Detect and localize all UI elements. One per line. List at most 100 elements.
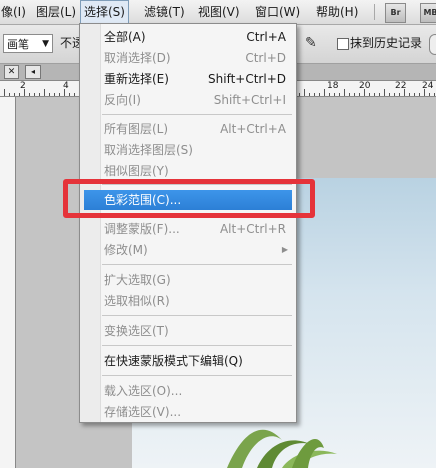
ruler-tick [299, 93, 300, 96]
submenu-arrow-icon: ▶ [281, 245, 288, 254]
select-menu-dropdown: 全部(A) Ctrl+A 取消选择(D) Ctrl+D 重新选择(E) Shif… [79, 23, 297, 423]
menu-item-quick-mask[interactable]: 在快速蒙版模式下编辑(Q) [82, 351, 294, 371]
ruler-tick [329, 93, 330, 96]
menu-item-label: 取消选择(D) [104, 51, 171, 65]
menu-view[interactable]: 视图(V) [195, 0, 243, 24]
erase-to-history-checkbox[interactable] [337, 38, 349, 50]
menu-filter[interactable]: 滤镜(T) [141, 0, 188, 24]
menu-item-similar[interactable]: 选取相似(R) [82, 291, 294, 311]
menu-separator [102, 315, 292, 316]
menu-separator [102, 375, 292, 376]
menu-item-similar-layers[interactable]: 相似图层(Y) [82, 161, 294, 181]
ruler-tick [304, 89, 305, 96]
menu-item-inverse[interactable]: 反向(I) Shift+Ctrl+I [82, 90, 294, 110]
menu-separator [102, 264, 292, 265]
airbrush-icon[interactable]: ✎ [305, 34, 327, 53]
highlight-annotation-box [63, 179, 315, 218]
menu-item-grow[interactable]: 扩大选取(G) [82, 270, 294, 290]
ruler-label: 18 [327, 81, 339, 91]
ruler-tick [334, 93, 335, 96]
chevron-down-icon: ▼ [42, 39, 49, 49]
ruler-tick [354, 93, 355, 96]
ruler-tick [379, 93, 380, 96]
ruler-tick [399, 93, 400, 96]
ruler-tick [434, 93, 435, 96]
menu-separator [102, 114, 292, 115]
menu-item-shortcut: Shift+Ctrl+D [208, 72, 286, 86]
menu-item-label: 所有图层(L) [104, 122, 169, 136]
erase-to-history-label: 抹到历史记录 [350, 36, 423, 50]
ruler-tick [364, 89, 365, 96]
menu-help[interactable]: 帮助(H) [313, 0, 361, 24]
ruler-tick [29, 93, 30, 96]
menu-item-label: 载入选区(O)... [104, 384, 183, 398]
menu-item-label: 在快速蒙版模式下编辑(Q) [104, 354, 243, 368]
ruler-tick [64, 89, 65, 96]
menu-item-label: 扩大选取(G) [104, 273, 171, 287]
menu-item-label: 取消选择图层(S) [104, 143, 193, 157]
ruler-tick [34, 93, 35, 96]
menu-separator [102, 345, 292, 346]
tab-nav-icon[interactable]: ◂ [25, 65, 41, 79]
ruler-tick [344, 89, 345, 96]
menu-item-deselect[interactable]: 取消选择(D) Ctrl+D [82, 48, 294, 68]
ruler-tick [9, 93, 10, 96]
ruler-tick [59, 93, 60, 96]
tool-mode-value: 画笔 [7, 38, 29, 51]
menu-item-modify[interactable]: 修改(M) ▶ [82, 240, 294, 260]
ruler-tick [429, 93, 430, 96]
menu-item-shortcut: Shift+Ctrl+I [213, 93, 286, 107]
menu-item-shortcut: Ctrl+A [246, 30, 286, 44]
menu-item-reselect[interactable]: 重新选择(E) Shift+Ctrl+D [82, 69, 294, 89]
tool-mode-select[interactable]: 画笔 ▼ [3, 34, 53, 53]
minibridge-icon[interactable]: MB [420, 3, 436, 23]
ruler-tick [49, 93, 50, 96]
menu-layer[interactable]: 图层(L) [33, 0, 79, 24]
menu-item-save-selection[interactable]: 存储选区(V)... [82, 402, 294, 422]
menu-item-label: 调整蒙版(F)... [104, 222, 180, 236]
menu-select[interactable]: 选择(S) [80, 0, 129, 24]
menu-item-label: 全部(A) [104, 30, 146, 44]
menu-item-load-selection[interactable]: 载入选区(O)... [82, 381, 294, 401]
menu-window[interactable]: 窗口(W) [252, 0, 303, 24]
ruler-tick [69, 93, 70, 96]
ruler-tick [409, 93, 410, 96]
bridge-icon[interactable]: Br [385, 3, 406, 23]
menu-image[interactable]: 像(I) [0, 0, 29, 24]
ruler-tick [4, 89, 5, 96]
ruler-tick [374, 93, 375, 96]
ruler-tick [404, 89, 405, 96]
menu-item-deselect-layers[interactable]: 取消选择图层(S) [82, 140, 294, 160]
ruler-tick [359, 93, 360, 96]
ruler-tick [414, 93, 415, 96]
menu-item-label: 变换选区(T) [104, 324, 169, 338]
menu-item-select-all[interactable]: 全部(A) Ctrl+A [82, 27, 294, 47]
ruler-tick [19, 93, 20, 96]
menu-item-all-layers[interactable]: 所有图层(L) Alt+Ctrl+A [82, 119, 294, 139]
ruler-tick [384, 89, 385, 96]
menu-item-shortcut: Alt+Ctrl+R [219, 222, 286, 236]
pressure-icon[interactable] [429, 34, 436, 55]
menu-item-shortcut: Alt+Ctrl+A [220, 122, 286, 136]
menu-item-label: 修改(M) [104, 243, 148, 257]
ruler-tick [14, 93, 15, 96]
ruler-tick [394, 93, 395, 96]
ruler-tick [39, 93, 40, 96]
menu-item-refine-mask[interactable]: 调整蒙版(F)... Alt+Ctrl+R [82, 219, 294, 239]
ruler-tick [319, 93, 320, 96]
ruler-tick [419, 93, 420, 96]
ruler-tick [424, 89, 425, 96]
ruler-tick [309, 93, 310, 96]
vertical-ruler [0, 97, 16, 468]
menu-item-label: 相似图层(Y) [104, 164, 169, 178]
menu-item-label: 选取相似(R) [104, 294, 170, 308]
menu-item-label: 反向(I) [104, 93, 141, 107]
ruler-tick [324, 89, 325, 96]
menu-item-label: 重新选择(E) [104, 72, 169, 86]
menu-item-transform-selection[interactable]: 变换选区(T) [82, 321, 294, 341]
close-icon[interactable]: ✕ [4, 65, 19, 79]
menu-separator [374, 4, 375, 20]
menu-bar: 像(I) 图层(L) 选择(S) 滤镜(T) 视图(V) 窗口(W) 帮助(H)… [0, 0, 436, 25]
ruler-tick [389, 93, 390, 96]
ruler-tick [369, 93, 370, 96]
